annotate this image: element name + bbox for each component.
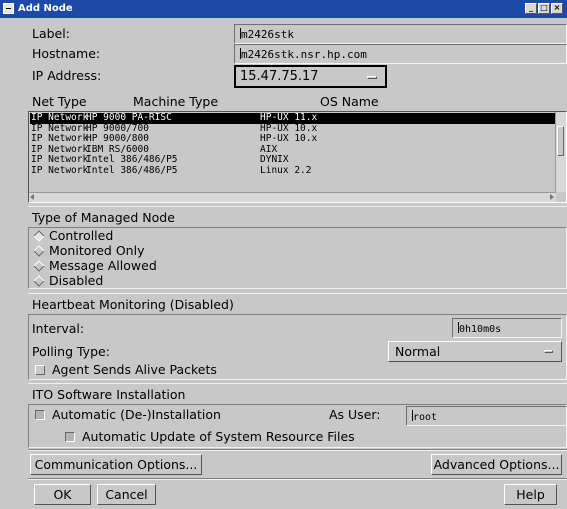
checkbox-icon: [35, 364, 45, 375]
net-type-cell: IP Network: [31, 112, 89, 123]
column-header-os-name: OS Name: [320, 94, 379, 109]
advanced-options-button[interactable]: Advanced Options...: [431, 454, 562, 475]
net-type-cell: IP Network: [31, 133, 89, 144]
radio-message-allowed[interactable]: Message Allowed: [32, 258, 157, 273]
help-button[interactable]: Help: [504, 484, 557, 505]
list-row-selected[interactable]: IP Network HP 9000 PA-RISC HP-UX 11.x: [30, 112, 556, 124]
node-type-rows: IP Network HP 9000 PA-RISC HP-UX 11.x IP N…: [30, 112, 556, 177]
radio-icon: [33, 244, 45, 257]
separator: [28, 478, 567, 480]
as-user-caption: As User:: [329, 407, 381, 422]
os-name-cell: DYNIX: [260, 154, 289, 165]
interval-value: 0h10m0s: [459, 324, 502, 335]
communication-options-button[interactable]: Communication Options...: [30, 454, 202, 475]
radio-disabled[interactable]: Disabled: [32, 273, 103, 288]
node-type-list[interactable]: IP Network HP 9000 PA-RISC HP-UX 11.x IP N…: [28, 111, 567, 203]
vertical-scrollbar[interactable]: [555, 112, 566, 192]
horizontal-scrollbar[interactable]: [29, 192, 556, 202]
net-type-cell: IP Network: [31, 154, 89, 165]
ito-heading: ITO Software Installation: [28, 383, 567, 404]
close-icon[interactable]: ×: [551, 3, 563, 14]
ip-address-value: 15.47.75.17: [240, 69, 319, 84]
radio-monitored-only[interactable]: Monitored Only: [32, 243, 144, 258]
polling-type-select[interactable]: Normal: [388, 341, 562, 362]
separator: [28, 449, 567, 451]
scroll-left-arrow-icon[interactable]: [30, 194, 34, 200]
net-type-cell: IP Network: [31, 164, 89, 176]
radio-label: Monitored Only: [49, 243, 145, 258]
machine-type-cell: HP 9000 PA-RISC: [86, 112, 172, 123]
machine-type-cell: HP 9000/800: [86, 133, 149, 144]
radio-label: Message Allowed: [49, 258, 157, 273]
window-menu-icon[interactable]: [3, 3, 14, 14]
label-field[interactable]: m2426stk: [234, 24, 567, 44]
os-name-cell: HP-UX 11.x: [260, 112, 318, 123]
polling-type-value: Normal: [395, 344, 441, 359]
list-row[interactable]: IP Network HP 9000/800 HP-UX 10.x: [30, 133, 556, 145]
as-user-field[interactable]: root: [406, 406, 567, 426]
heartbeat-heading: Heartbeat Monitoring (Disabled): [28, 293, 567, 314]
os-name-cell: HP-UX 10.x: [260, 133, 318, 144]
checkbox-icon: [65, 431, 75, 442]
auto-installation-checkbox[interactable]: Automatic (De-)Installation: [35, 407, 221, 422]
polling-type-caption: Polling Type:: [32, 344, 110, 359]
maximize-icon[interactable]: □: [538, 3, 550, 14]
checkbox-label: Automatic (De-)Installation: [52, 407, 221, 422]
checkbox-label: Agent Sends Alive Packets: [52, 362, 217, 377]
column-header-net-type: Net Type: [32, 94, 87, 109]
interval-field[interactable]: 0h10m0s: [452, 318, 562, 338]
radio-icon: [33, 274, 45, 287]
title-bar: Add Node _ □ ×: [0, 0, 567, 18]
checkbox-label: Automatic Update of System Resource File…: [82, 429, 355, 444]
interval-caption: Interval:: [32, 321, 85, 336]
dropdown-arrow-icon: [544, 350, 553, 353]
minimize-icon[interactable]: _: [525, 3, 537, 14]
scrollbar-thumb[interactable]: [557, 126, 564, 156]
window-controls: _ □ ×: [525, 3, 563, 14]
checkbox-icon: [35, 409, 45, 420]
machine-type-cell: Intel 386/486/P5: [86, 164, 178, 176]
column-header-machine-type: Machine Type: [133, 94, 219, 109]
agent-alive-packets-checkbox[interactable]: Agent Sends Alive Packets: [35, 362, 217, 377]
ok-button[interactable]: OK: [34, 484, 91, 505]
dropdown-arrow-icon: [367, 76, 377, 79]
window-title: Add Node: [18, 3, 73, 14]
radio-label: Controlled: [49, 228, 114, 243]
as-user-value: root: [413, 412, 438, 423]
managed-node-panel: Controlled Monitored Only Message Allowe…: [28, 227, 567, 289]
machine-type-cell: Intel 386/486/P5: [86, 154, 178, 165]
managed-node-heading: Type of Managed Node: [28, 206, 567, 227]
list-row[interactable]: IP Network Intel 386/486/P5 DYNIX: [30, 154, 556, 166]
ip-address-combo[interactable]: 15.47.75.17: [234, 65, 387, 88]
radio-label: Disabled: [49, 273, 104, 288]
label-field-value: m2426stk: [241, 28, 294, 41]
label-caption: Label:: [32, 26, 70, 41]
hostname-field[interactable]: m2426stk.nsr.hp.com: [234, 44, 567, 64]
hostname-caption: Hostname:: [32, 46, 101, 61]
hostname-field-value: m2426stk.nsr.hp.com: [241, 48, 367, 61]
auto-update-checkbox[interactable]: Automatic Update of System Resource File…: [65, 429, 355, 444]
radio-selected-icon: [33, 229, 45, 242]
list-row[interactable]: IP Network Intel 386/486/P5 Linux 2.2: [30, 164, 556, 177]
os-name-cell: Linux 2.2: [260, 164, 312, 176]
scroll-right-arrow-icon[interactable]: [550, 194, 554, 200]
radio-controlled[interactable]: Controlled: [32, 228, 113, 243]
radio-icon: [33, 259, 45, 272]
cancel-button[interactable]: Cancel: [97, 484, 156, 505]
ip-address-caption: IP Address:: [32, 68, 102, 83]
